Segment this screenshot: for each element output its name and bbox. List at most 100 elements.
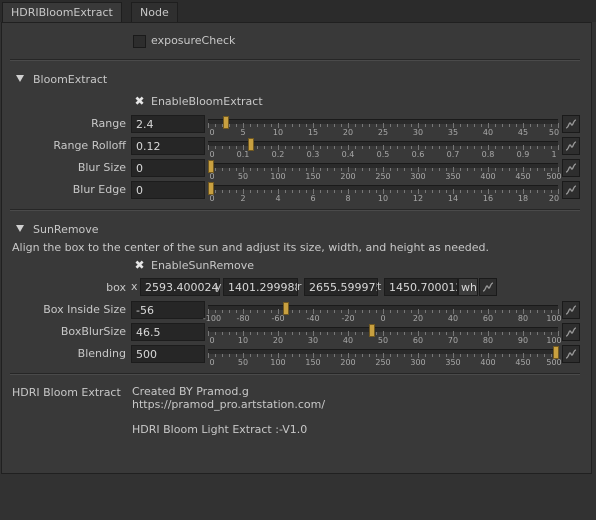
slider-tick-label: 10 bbox=[377, 194, 389, 203]
slider-tick bbox=[334, 332, 335, 335]
range-rolloff-input[interactable]: 0.12 bbox=[131, 137, 205, 155]
slider-tick bbox=[467, 124, 468, 127]
slider-tick bbox=[320, 146, 321, 149]
slider-tick-label: 0 bbox=[209, 128, 215, 137]
slider-tick bbox=[460, 168, 461, 171]
box-x-input[interactable]: 2593.400024 bbox=[140, 278, 220, 296]
slider-tick bbox=[320, 168, 321, 171]
slider-tick-label: 0.9 bbox=[516, 150, 530, 159]
range-rolloff-slider[interactable]: 0 0.1 0.2 0.3 0.4 0.5 0.6 0.7 0.8 0.9 1 bbox=[208, 138, 560, 160]
slider-tick bbox=[474, 146, 475, 149]
slider-tick bbox=[299, 124, 300, 127]
slider-tick bbox=[355, 354, 356, 357]
slider-tick bbox=[425, 146, 426, 149]
animation-curve-icon[interactable] bbox=[562, 115, 580, 133]
slider-tick-label: 50 bbox=[548, 128, 560, 137]
slider-tick-label: 40 bbox=[482, 128, 494, 137]
slider-tick bbox=[327, 310, 328, 313]
slider-tick-label: 450 bbox=[515, 358, 531, 367]
slider-tick bbox=[474, 332, 475, 335]
animation-curve-icon[interactable] bbox=[562, 137, 580, 155]
box-y-label: y bbox=[215, 280, 222, 293]
animation-curve-icon[interactable] bbox=[562, 181, 580, 199]
slider-tick-label: 200 bbox=[340, 358, 356, 367]
slider-tick bbox=[551, 190, 552, 193]
tab-node[interactable]: Node bbox=[131, 2, 178, 23]
slider-tick-label: -60 bbox=[271, 314, 285, 323]
slider-tick-label: 200 bbox=[340, 172, 356, 181]
exposure-check-checkbox[interactable] bbox=[133, 35, 146, 48]
slider-tick bbox=[334, 354, 335, 357]
slider-tick bbox=[516, 310, 517, 313]
animation-curve-icon[interactable] bbox=[562, 301, 580, 319]
blur-edge-input[interactable]: 0 bbox=[131, 181, 205, 199]
slider-tick bbox=[551, 310, 552, 313]
tab-hdribloomextract[interactable]: HDRIBloomExtract bbox=[2, 2, 122, 23]
slider-tick bbox=[376, 310, 377, 313]
blending-slider[interactable]: 0 50 100 150 200 250 300 350 400 450 500 bbox=[208, 346, 562, 368]
box-t-input[interactable]: 1450.700012 bbox=[384, 278, 458, 296]
slider-tick bbox=[327, 124, 328, 127]
exposure-check-label: exposureCheck bbox=[151, 34, 236, 47]
wh-toggle-button[interactable]: wh bbox=[458, 278, 478, 296]
range-input[interactable]: 2.4 bbox=[131, 115, 205, 133]
boxblursize-slider[interactable]: 0 10 20 30 40 50 60 70 80 90 100 bbox=[208, 324, 562, 346]
collapse-triangle-icon[interactable] bbox=[16, 75, 24, 82]
slider-thumb[interactable] bbox=[553, 346, 559, 359]
slider-tick bbox=[327, 146, 328, 149]
animation-curve-icon[interactable] bbox=[479, 278, 497, 296]
slider-tick-label: 100 bbox=[270, 172, 286, 181]
slider-tick bbox=[425, 310, 426, 313]
slider-tick bbox=[285, 190, 286, 193]
slider-tick-label: -100 bbox=[202, 314, 222, 323]
slider-tick bbox=[537, 354, 538, 357]
checkmark-icon[interactable]: ✖ bbox=[133, 259, 146, 272]
box-inside-size-input[interactable]: -56 bbox=[131, 301, 205, 319]
slider-tick-label: 100 bbox=[270, 358, 286, 367]
slider-tick bbox=[271, 190, 272, 193]
slider-thumb[interactable] bbox=[283, 302, 289, 315]
slider-tick bbox=[544, 124, 545, 127]
slider-tick bbox=[404, 190, 405, 193]
slider-tick-label: 35 bbox=[447, 128, 459, 137]
slider-tick bbox=[481, 332, 482, 335]
slider-tick bbox=[292, 354, 293, 357]
slider-tick-label: 350 bbox=[445, 172, 461, 181]
slider-tick bbox=[397, 310, 398, 313]
boxblursize-input[interactable]: 46.5 bbox=[131, 323, 205, 341]
slider-tick bbox=[425, 168, 426, 171]
slider-tick bbox=[306, 354, 307, 357]
range-slider[interactable]: 0 5 10 15 20 25 30 35 40 45 50 bbox=[208, 116, 560, 138]
slider-tick bbox=[250, 190, 251, 193]
slider-thumb[interactable] bbox=[208, 182, 214, 195]
slider-tick bbox=[404, 146, 405, 149]
animation-curve-icon[interactable] bbox=[562, 159, 580, 177]
slider-thumb[interactable] bbox=[368, 324, 375, 337]
slider-thumb[interactable] bbox=[208, 160, 214, 173]
animation-curve-icon[interactable] bbox=[562, 323, 580, 341]
slider-tick bbox=[502, 332, 503, 335]
credits-version: HDRI Bloom Light Extract :-V1.0 bbox=[132, 423, 308, 436]
slider-tick bbox=[292, 146, 293, 149]
collapse-triangle-icon[interactable] bbox=[16, 225, 24, 232]
slider-tick bbox=[376, 124, 377, 127]
slider-tick-label: 500 bbox=[546, 172, 562, 181]
box-y-input[interactable]: 1401.299988 bbox=[223, 278, 298, 296]
animation-curve-icon[interactable] bbox=[562, 345, 580, 363]
box-inside-size-slider[interactable]: -100 -80 -60 -40 -20 0 20 40 60 80 100 bbox=[203, 302, 562, 324]
slider-tick-label: 70 bbox=[447, 336, 459, 345]
slider-thumb[interactable] bbox=[248, 138, 254, 151]
slider-tick bbox=[446, 354, 447, 357]
slider-tick bbox=[362, 190, 363, 193]
blur-size-slider[interactable]: 0 50 100 150 200 250 300 350 400 450 500 bbox=[208, 160, 562, 182]
slider-tick bbox=[537, 146, 538, 149]
checkmark-icon[interactable]: ✖ bbox=[133, 95, 146, 108]
box-r-input[interactable]: 2655.599975 bbox=[304, 278, 378, 296]
slider-tick bbox=[299, 354, 300, 357]
slider-tick bbox=[215, 124, 216, 127]
blur-size-input[interactable]: 0 bbox=[131, 159, 205, 177]
blending-input[interactable]: 500 bbox=[131, 345, 205, 363]
blur-edge-slider[interactable]: 0 2 4 6 8 10 12 14 16 18 20 bbox=[208, 182, 560, 204]
slider-thumb[interactable] bbox=[222, 116, 229, 129]
slider-tick-label: 100 bbox=[546, 336, 562, 345]
